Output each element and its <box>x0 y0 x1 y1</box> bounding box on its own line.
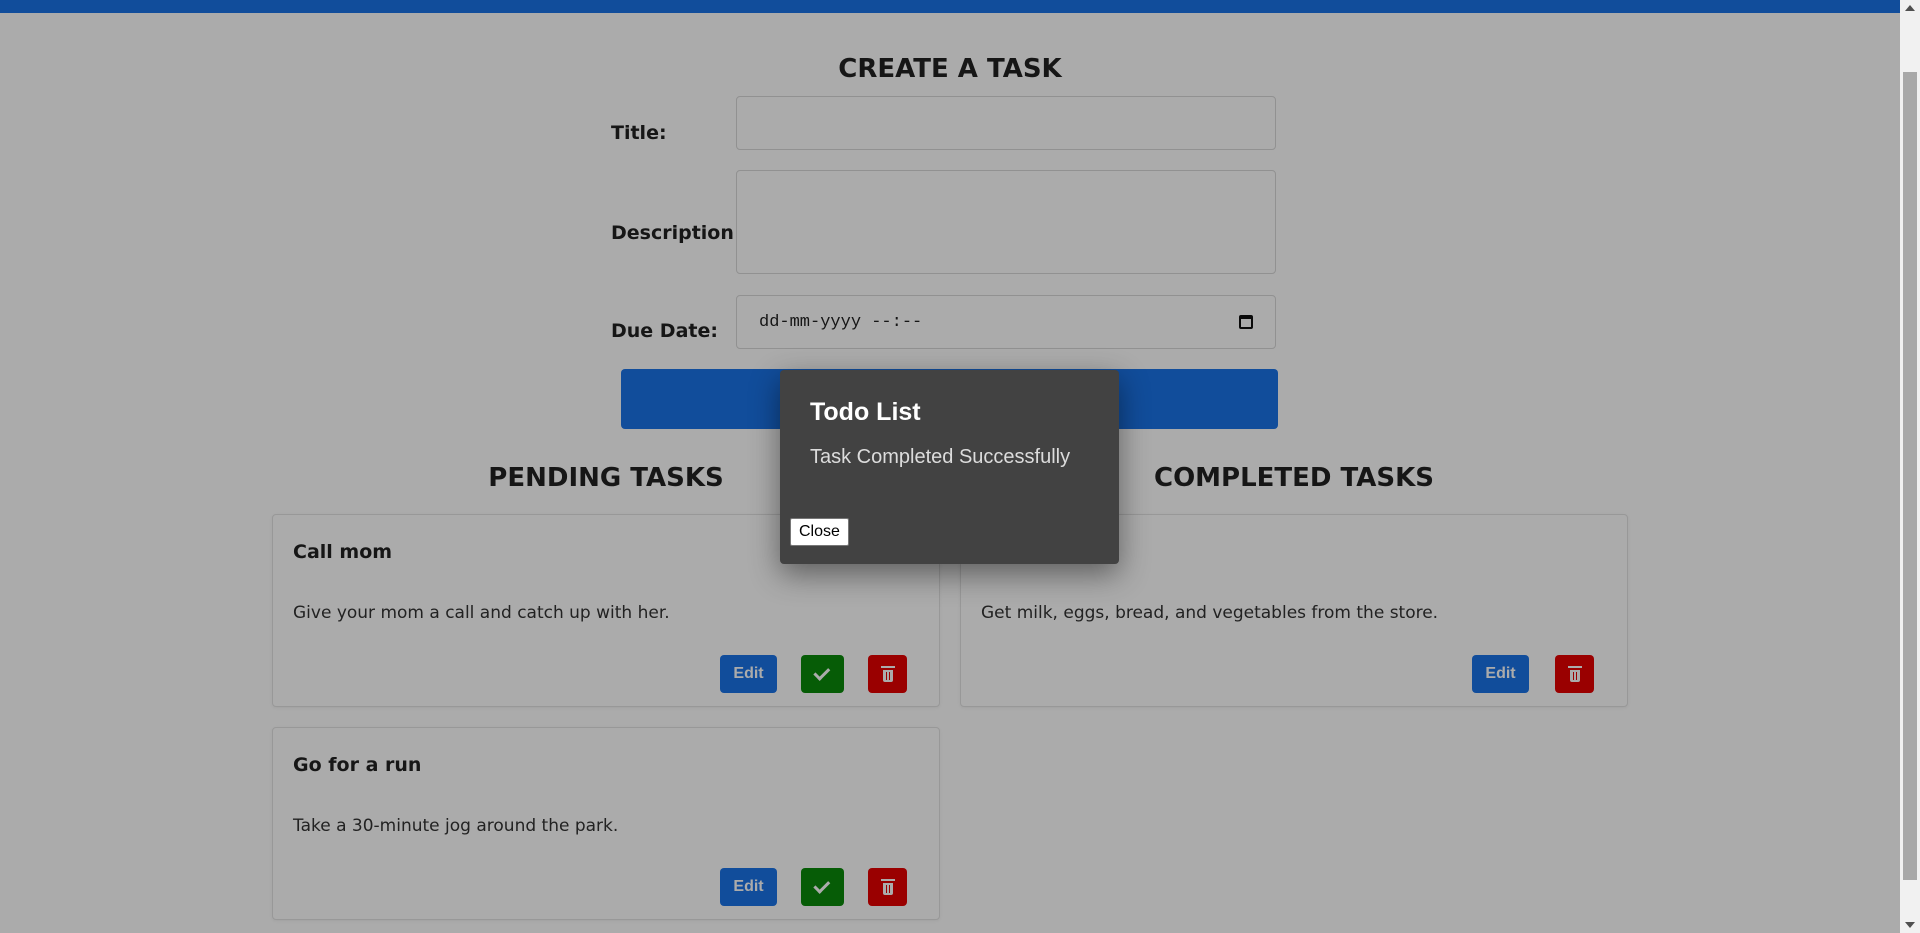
scroll-down-icon[interactable] <box>1905 922 1915 928</box>
dialog-message: Task Completed Successfully <box>810 446 1071 468</box>
vertical-scrollbar[interactable] <box>1900 0 1920 933</box>
scroll-up-icon[interactable] <box>1905 5 1915 11</box>
todo-page: CREATE A TASK Title: Description: Due Da… <box>0 0 1900 933</box>
scrollbar-thumb[interactable] <box>1903 72 1917 880</box>
alert-dialog: Todo List Task Completed Successfully Cl… <box>780 370 1119 564</box>
dialog-title: Todo List <box>810 398 921 426</box>
close-button[interactable]: Close <box>790 518 849 546</box>
